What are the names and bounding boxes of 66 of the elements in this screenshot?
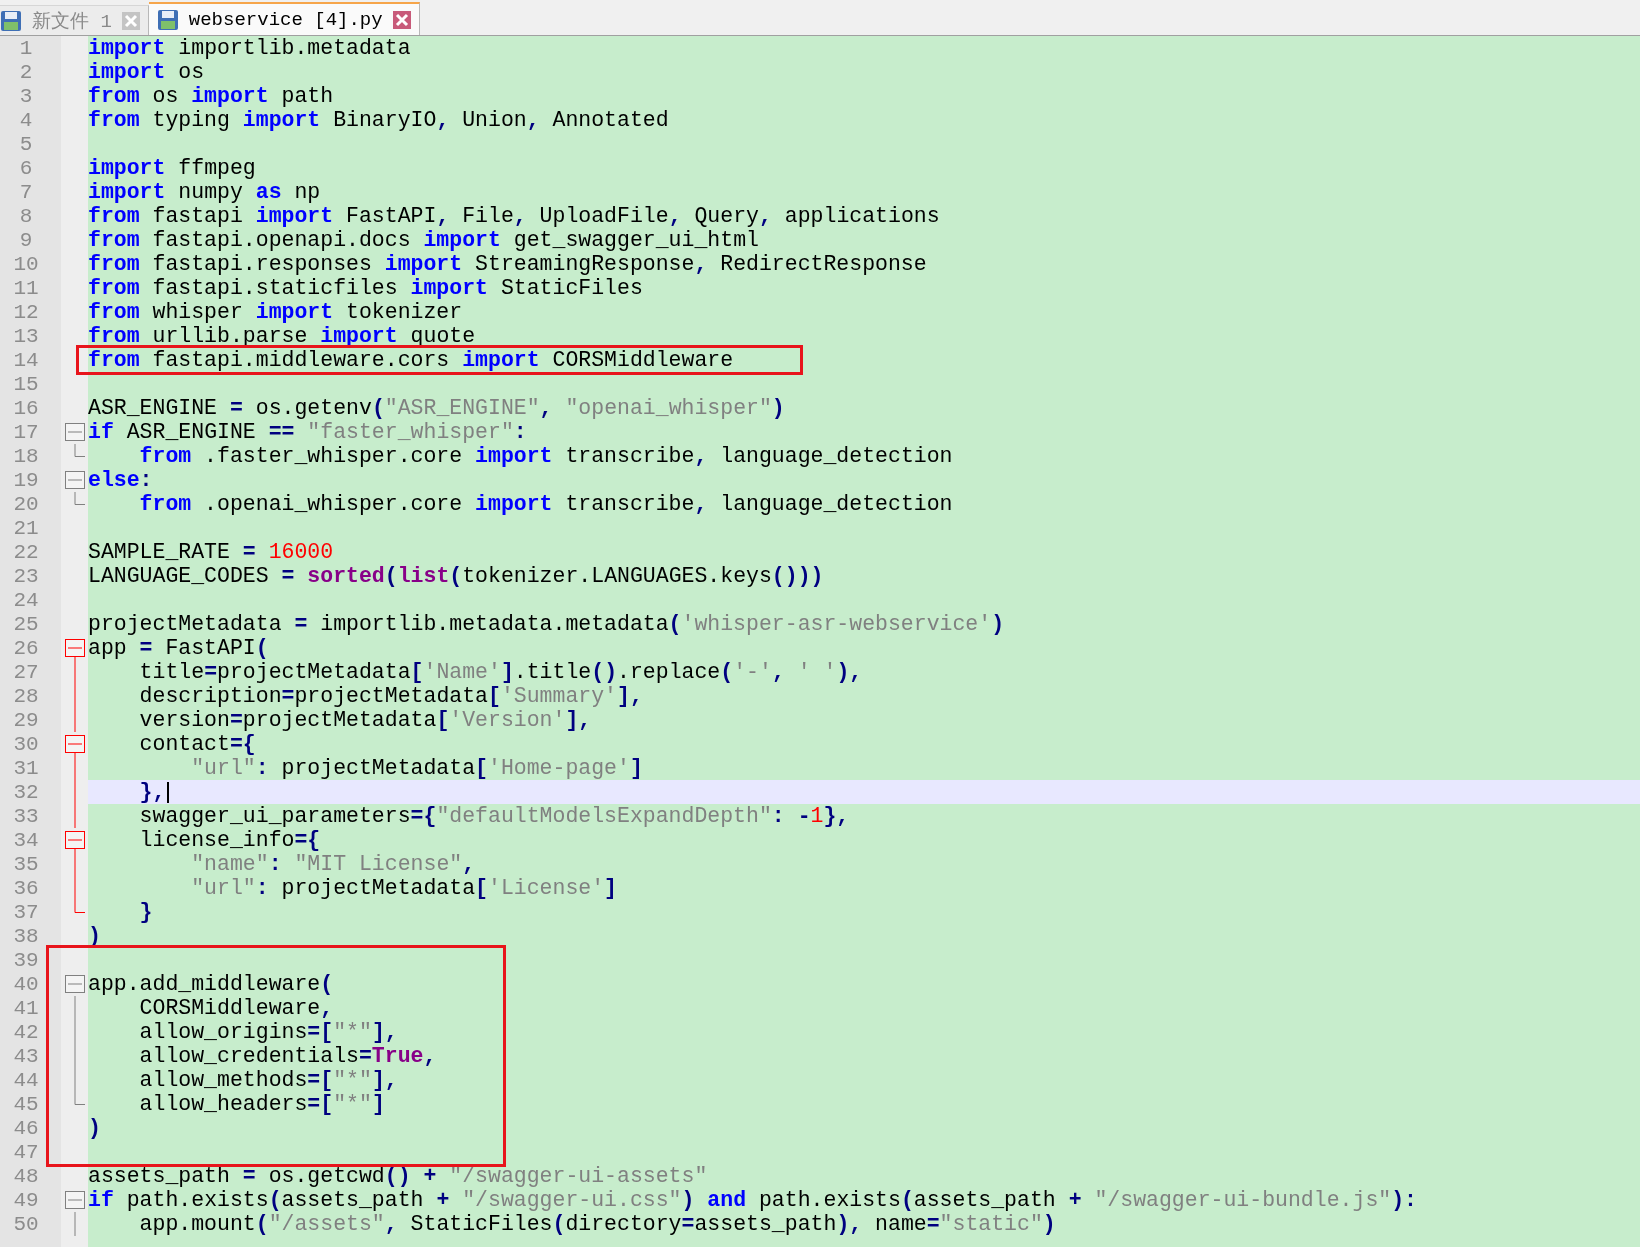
line-number: 37	[12, 900, 40, 924]
close-icon[interactable]	[392, 10, 411, 29]
line-number: 30	[12, 732, 40, 756]
line-number: 31	[12, 756, 40, 780]
line-number: 28	[12, 684, 40, 708]
line-number: 46	[12, 1116, 40, 1140]
code-line: allow_credentials=True,	[138, 1048, 437, 1064]
line-number: 9	[18, 228, 34, 252]
line-number: 38	[12, 924, 40, 948]
line-number: 22	[12, 540, 40, 564]
line-number: 4	[18, 108, 34, 132]
line-number: 24	[12, 588, 40, 612]
line-number: 21	[12, 516, 40, 540]
fold-toggle[interactable]	[65, 975, 85, 993]
line-number: 35	[12, 852, 40, 876]
fold-toggle[interactable]	[65, 1191, 85, 1209]
line-number: 27	[12, 660, 40, 684]
line-number: 29	[12, 708, 40, 732]
line-number: 49	[12, 1188, 40, 1212]
line-number: 34	[12, 828, 40, 852]
line-number: 44	[12, 1068, 40, 1092]
line-number: 7	[18, 180, 34, 204]
line-number: 33	[12, 804, 40, 828]
line-number: 26	[12, 636, 40, 660]
line-number: 45	[12, 1092, 40, 1116]
line-number: 8	[18, 204, 34, 228]
line-number: 13	[12, 324, 40, 348]
line-number: 2	[18, 60, 34, 84]
line-number: 15	[12, 372, 40, 396]
line-number: 14	[12, 348, 40, 372]
code-line: CORSMiddleware,	[138, 1000, 334, 1016]
line-number: 17	[12, 420, 40, 444]
line-number: 18	[12, 444, 40, 468]
fold-toggle[interactable]	[65, 639, 85, 660]
line-number: 19	[12, 468, 40, 492]
line-number: 43	[12, 1044, 40, 1068]
line-number: 48	[12, 1164, 40, 1188]
fold-toggle[interactable]	[65, 423, 85, 441]
line-number: 32	[12, 780, 40, 804]
line-number: 6	[18, 156, 34, 180]
line-number: 12	[12, 300, 40, 324]
line-number: 25	[12, 612, 40, 636]
text-cursor	[167, 781, 170, 803]
code-line: else:	[88, 472, 153, 488]
line-number: 50	[12, 1212, 40, 1236]
line-number: 47	[12, 1140, 40, 1164]
code-line: SAMPLE_RATE = 16000	[88, 544, 334, 560]
line-number: 20	[12, 492, 40, 516]
file-tab[interactable]: webservice [4].py	[148, 2, 420, 35]
line-number: 40	[12, 972, 40, 996]
line-number: 23	[12, 564, 40, 588]
line-number: 1	[18, 36, 34, 60]
line-number: 10	[12, 252, 40, 276]
line-number: 16	[12, 396, 40, 420]
fold-toggle[interactable]	[65, 831, 85, 852]
line-number: 3	[18, 84, 34, 108]
line-number: 11	[12, 276, 40, 300]
fold-toggle[interactable]	[65, 471, 85, 489]
line-number: 41	[12, 996, 40, 1020]
line-number: 5	[18, 132, 34, 156]
line-number: 36	[12, 876, 40, 900]
line-number: 39	[12, 948, 40, 972]
fold-toggle[interactable]	[65, 735, 85, 756]
line-number: 42	[12, 1020, 40, 1044]
code-line: "name": "MIT License",	[190, 856, 476, 872]
code-line: from urllib.parse import quote	[88, 328, 476, 344]
